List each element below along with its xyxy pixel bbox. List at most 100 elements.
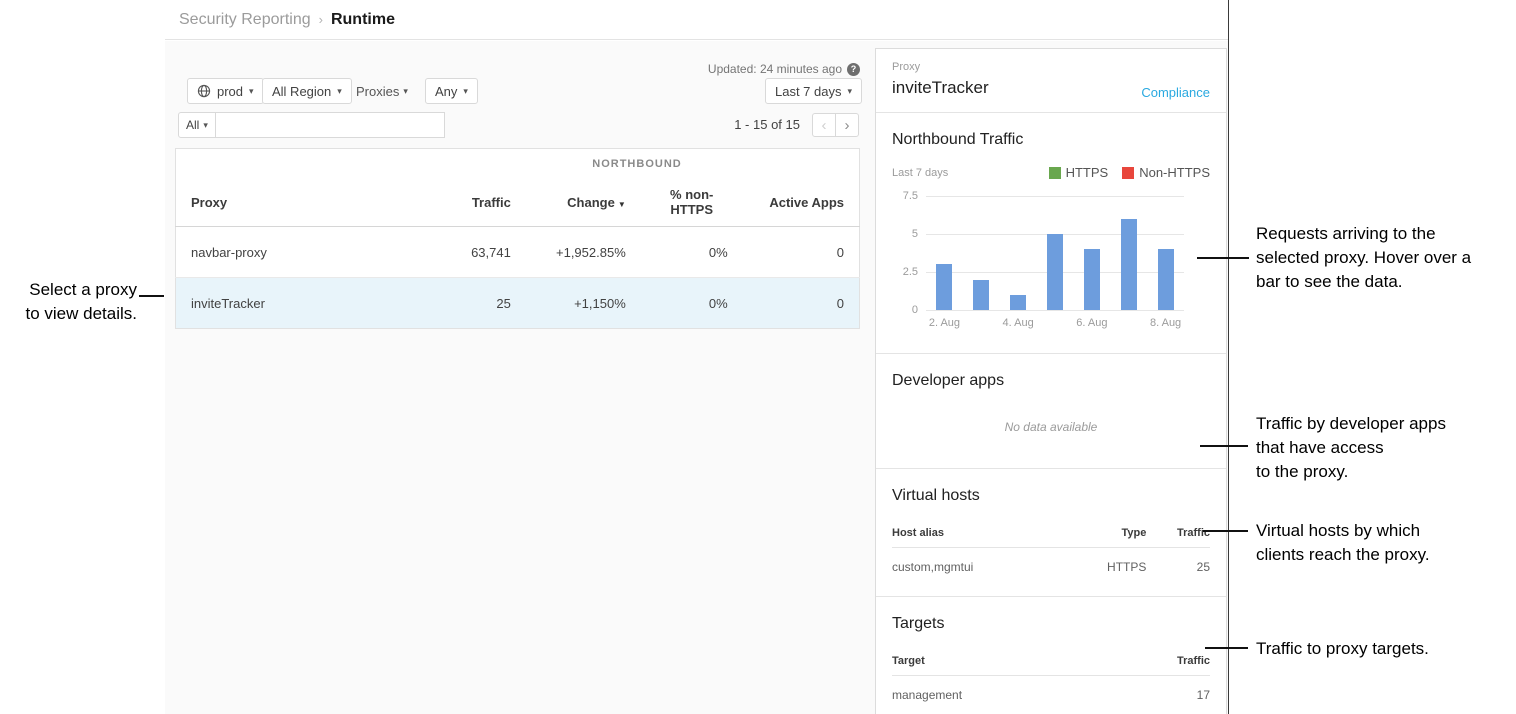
search-group: All ▾ xyxy=(178,112,445,138)
column-header-change[interactable]: Change▼ xyxy=(526,179,641,227)
chart-bar-4. Aug[interactable] xyxy=(1010,295,1026,310)
annotation-requests: Requests arriving to the selected proxy.… xyxy=(1256,222,1516,294)
target-name: management xyxy=(892,676,1115,705)
sort-desc-icon: ▼ xyxy=(618,200,626,209)
chart-bar-6. Aug[interactable] xyxy=(1084,249,1100,310)
legend-item-https[interactable]: HTTPS xyxy=(1049,165,1109,180)
cell-proxy-name: navbar-proxy xyxy=(176,227,415,278)
security-reporting-runtime-screen: Security Reporting › Runtime prod ▾ All … xyxy=(0,0,1516,714)
targets-col-target: Target xyxy=(892,647,1115,676)
environment-dropdown[interactable]: prod ▾ xyxy=(187,78,264,104)
chart-bar-5. Aug[interactable] xyxy=(1047,234,1063,310)
cell-non-https: 0% xyxy=(641,278,743,329)
targets-header-row: Target Traffic xyxy=(892,647,1210,676)
developer-apps-empty-state: No data available xyxy=(892,420,1210,434)
chart-subtitle: Last 7 days xyxy=(892,167,948,179)
pagination-info: 1 - 15 of 15 xyxy=(660,117,800,132)
previous-page-button[interactable]: ‹ xyxy=(812,113,836,137)
bar-slot xyxy=(1073,196,1110,310)
legend-item-non-https[interactable]: Non-HTTPS xyxy=(1122,165,1210,180)
virtual-host-row[interactable]: custom,mgmtui HTTPS 25 xyxy=(892,548,1210,577)
bar-slot xyxy=(1110,196,1147,310)
table-row-invitetracker-selected[interactable]: inviteTracker 25 +1,150% 0% 0 xyxy=(176,278,860,329)
annotation-connector-line xyxy=(1203,530,1248,532)
northbound-traffic-title: Northbound Traffic xyxy=(892,131,1210,149)
annotation-separator-line xyxy=(1228,0,1229,714)
search-scope-dropdown[interactable]: All ▾ xyxy=(178,112,216,138)
panel-header: Proxy inviteTracker Compliance xyxy=(876,49,1226,113)
chart-bars xyxy=(926,196,1184,310)
chart-bar-7. Aug[interactable] xyxy=(1121,219,1137,310)
virtual-hosts-table: Host alias Type Traffic custom,mgmtui HT… xyxy=(892,519,1210,576)
table-row-navbar-proxy[interactable]: navbar-proxy 63,741 +1,952.85% 0% 0 xyxy=(176,227,860,278)
gridline xyxy=(926,310,1184,311)
y-tick-label: 5 xyxy=(912,228,918,240)
developer-apps-section: Developer apps No data available xyxy=(876,354,1226,469)
breadcrumb: Security Reporting › Runtime xyxy=(165,0,1228,40)
cell-active-apps: 0 xyxy=(743,227,860,278)
chevron-down-icon: ▾ xyxy=(463,86,468,97)
vh-traffic: 25 xyxy=(1146,548,1210,577)
search-input[interactable] xyxy=(216,112,445,138)
globe-icon xyxy=(197,84,211,98)
cell-change: +1,150% xyxy=(526,278,641,329)
breadcrumb-parent-link[interactable]: Security Reporting xyxy=(179,11,311,29)
x-tick-label: 4. Aug xyxy=(1000,317,1037,329)
chevron-down-icon: ▾ xyxy=(249,86,254,97)
breadcrumb-separator-icon: › xyxy=(319,12,323,27)
help-icon[interactable]: ? xyxy=(847,63,860,76)
targets-col-traffic: Traffic xyxy=(1115,647,1210,676)
column-header-traffic[interactable]: Traffic xyxy=(415,179,526,227)
legend-label-https: HTTPS xyxy=(1066,165,1109,180)
any-filter-dropdown[interactable]: Any ▾ xyxy=(425,78,478,104)
any-filter-label: Any xyxy=(435,84,457,99)
annotation-targets: Traffic to proxy targets. xyxy=(1256,637,1506,661)
chart-y-axis: 02.557.5 xyxy=(892,196,926,310)
next-page-button[interactable]: › xyxy=(835,113,859,137)
cell-non-https: 0% xyxy=(641,227,743,278)
compliance-link[interactable]: Compliance xyxy=(1141,85,1210,100)
updated-status: Updated: 24 minutes ago ? xyxy=(600,62,860,76)
chevron-down-icon: ▾ xyxy=(848,86,853,97)
date-range-label: Last 7 days xyxy=(775,84,842,99)
chart-bar-8. Aug[interactable] xyxy=(1158,249,1174,310)
chart-bar-2. Aug[interactable] xyxy=(936,264,952,310)
proxies-label: Proxies xyxy=(356,84,399,99)
updated-text: Updated: 24 minutes ago xyxy=(708,62,842,76)
y-tick-label: 0 xyxy=(912,304,918,316)
cell-traffic: 25 xyxy=(415,278,526,329)
annotation-connector-line xyxy=(1205,647,1248,649)
proxies-dropdown[interactable]: Proxies ▾ xyxy=(356,84,408,99)
targets-title: Targets xyxy=(892,615,1210,633)
y-tick-label: 7.5 xyxy=(903,190,918,202)
column-header-active-apps[interactable]: Active Apps xyxy=(743,179,860,227)
chart-legend: HTTPS Non-HTTPS xyxy=(1049,165,1210,180)
target-traffic: 17 xyxy=(1115,676,1210,705)
region-dropdown[interactable]: All Region ▾ xyxy=(262,78,352,104)
environment-label: prod xyxy=(217,84,243,99)
vh-col-traffic: Traffic xyxy=(1146,519,1210,548)
developer-apps-title: Developer apps xyxy=(892,372,1210,390)
bar-slot xyxy=(1037,196,1074,310)
date-range-dropdown[interactable]: Last 7 days ▾ xyxy=(765,78,862,104)
target-row[interactable]: management 17 xyxy=(892,676,1210,705)
bar-slot xyxy=(963,196,1000,310)
column-header-proxy[interactable]: Proxy xyxy=(176,179,415,227)
chevron-down-icon: ▾ xyxy=(203,120,208,131)
column-header-change-label: Change xyxy=(567,195,615,210)
table-group-header-row: NORTHBOUND xyxy=(176,149,860,179)
targets-table: Target Traffic management 17 xyxy=(892,647,1210,704)
northbound-bar-chart: 02.557.5 2. Aug4. Aug6. Aug8. Aug xyxy=(892,196,1210,329)
annotation-select-proxy: Select a proxy to view details. xyxy=(0,278,137,326)
chart-plot-area xyxy=(926,196,1184,310)
bar-slot xyxy=(926,196,963,310)
annotation-connector-line xyxy=(1200,445,1248,447)
annotation-virtual-hosts: Virtual hosts by which clients reach the… xyxy=(1256,519,1496,567)
cell-proxy-name: inviteTracker xyxy=(176,278,415,329)
column-header-non-https[interactable]: % non-HTTPS xyxy=(641,179,743,227)
chart-bar-3. Aug[interactable] xyxy=(973,280,989,310)
non-https-swatch-icon xyxy=(1122,167,1134,179)
cell-active-apps: 0 xyxy=(743,278,860,329)
northbound-group-header: NORTHBOUND xyxy=(415,149,860,179)
annotation-connector-line xyxy=(1197,257,1249,259)
